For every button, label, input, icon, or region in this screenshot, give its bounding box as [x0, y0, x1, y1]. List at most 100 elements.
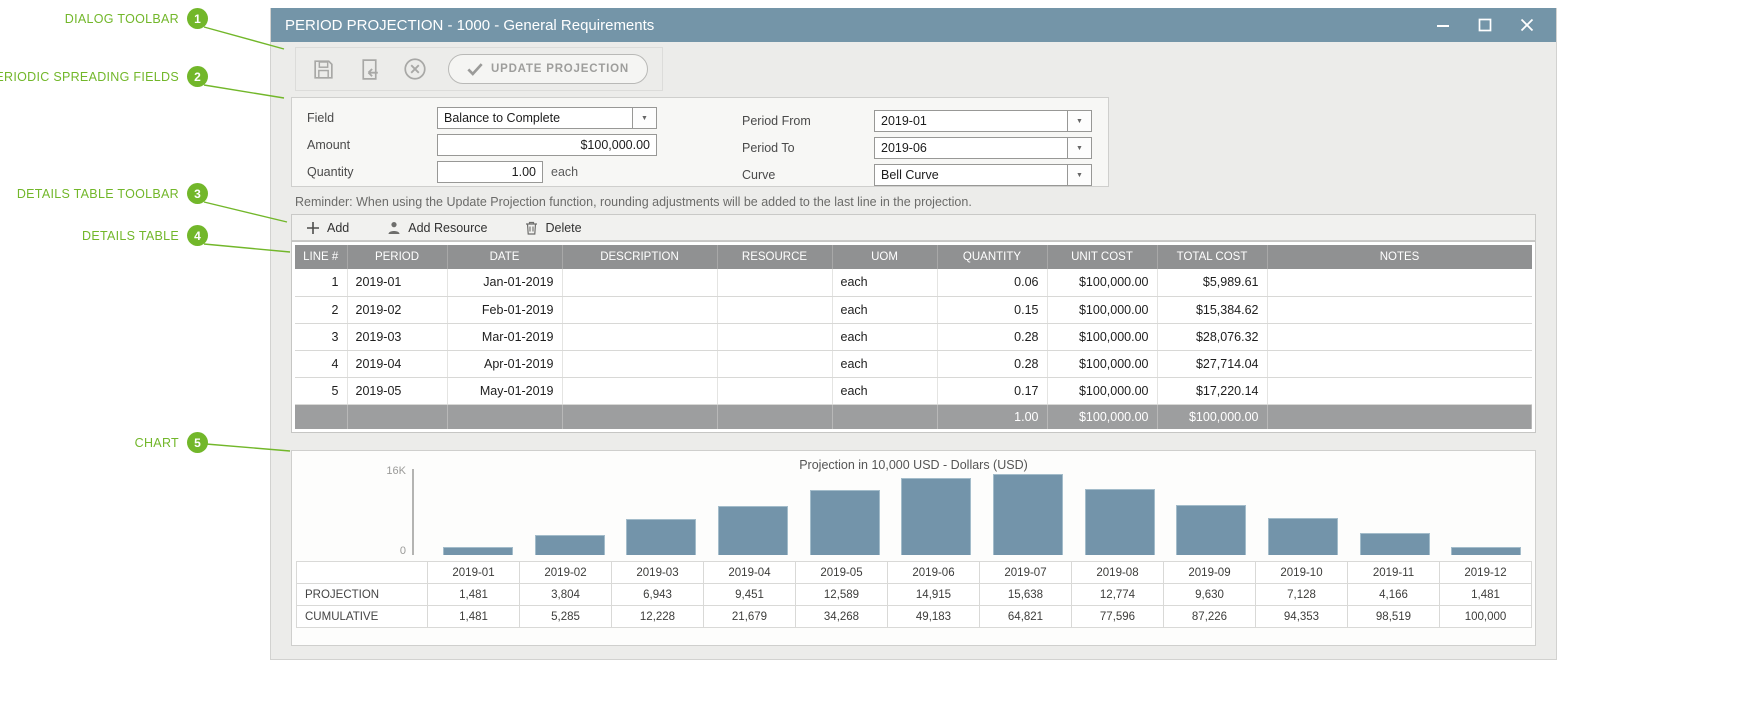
- close-button[interactable]: [1518, 16, 1536, 34]
- table-cell[interactable]: each: [832, 377, 937, 404]
- minimize-button[interactable]: [1434, 16, 1452, 34]
- update-projection-button[interactable]: UPDATE PROJECTION: [448, 54, 648, 84]
- add-button[interactable]: Add: [306, 221, 349, 235]
- table-cell[interactable]: [717, 269, 832, 296]
- chart-period-header: 2019-04: [704, 562, 796, 584]
- table-cell[interactable]: $5,989.61: [1157, 269, 1267, 296]
- table-cell[interactable]: Apr-01-2019: [447, 350, 562, 377]
- table-cell[interactable]: $100,000.00: [1047, 377, 1157, 404]
- table-cell[interactable]: [1267, 269, 1532, 296]
- table-cell[interactable]: 2019-05: [347, 377, 447, 404]
- annotation-number-badge: 1: [187, 8, 208, 29]
- chevron-down-icon[interactable]: ▼: [632, 107, 657, 129]
- bar-column: [524, 472, 616, 555]
- details-table-toolbar: Add Add Resource Delete: [291, 214, 1536, 241]
- save-button[interactable]: [310, 56, 336, 82]
- table-cell[interactable]: each: [832, 269, 937, 296]
- maximize-button[interactable]: [1476, 16, 1494, 34]
- chevron-down-icon[interactable]: ▼: [1067, 164, 1092, 186]
- table-cell[interactable]: May-01-2019: [447, 377, 562, 404]
- amount-row: Amount: [307, 134, 679, 156]
- chart-period-header: 2019-06: [888, 562, 980, 584]
- amount-field[interactable]: [437, 134, 657, 156]
- chart-series-value: 9,630: [1164, 584, 1256, 606]
- table-cell[interactable]: $15,384.62: [1157, 296, 1267, 323]
- add-button-label: Add: [327, 221, 349, 235]
- chart-series-value: 49,183: [888, 606, 980, 628]
- close-icon: [1520, 18, 1534, 32]
- table-cell[interactable]: 5: [295, 377, 347, 404]
- table-cell[interactable]: [1267, 323, 1532, 350]
- field-dropdown-value[interactable]: [437, 107, 632, 129]
- table-cell[interactable]: [562, 296, 717, 323]
- import-icon: [357, 57, 382, 82]
- table-row[interactable]: 12019-01Jan-01-2019 each0.06$100,000.00$5…: [295, 269, 1532, 296]
- table-cell[interactable]: [562, 323, 717, 350]
- table-cell[interactable]: 4: [295, 350, 347, 377]
- totals-cell: [1267, 404, 1532, 429]
- table-cell[interactable]: [717, 323, 832, 350]
- delete-button[interactable]: Delete: [525, 221, 581, 235]
- table-row[interactable]: 32019-03Mar-01-2019 each0.28$100,000.00$2…: [295, 323, 1532, 350]
- annotation-label: PERIODIC SPREADING FIELDS: [0, 70, 179, 84]
- table-cell[interactable]: [562, 377, 717, 404]
- table-cell[interactable]: $27,714.04: [1157, 350, 1267, 377]
- curve-dropdown: ▼: [874, 164, 1092, 186]
- table-row[interactable]: 52019-05May-01-2019 each0.17$100,000.00$1…: [295, 377, 1532, 404]
- bar-column: [1257, 472, 1349, 555]
- table-cell[interactable]: 0.15: [937, 296, 1047, 323]
- table-cell[interactable]: 0.17: [937, 377, 1047, 404]
- bar-column: [982, 472, 1074, 555]
- chevron-down-icon[interactable]: ▼: [1067, 137, 1092, 159]
- chart-series-row: PROJECTION1,4813,8046,9439,45112,58914,9…: [297, 584, 1532, 606]
- table-cell[interactable]: each: [832, 323, 937, 350]
- table-cell[interactable]: each: [832, 296, 937, 323]
- table-cell[interactable]: 2019-04: [347, 350, 447, 377]
- curve-value[interactable]: [874, 164, 1067, 186]
- table-cell[interactable]: [562, 350, 717, 377]
- period-to-value[interactable]: [874, 137, 1067, 159]
- table-cell[interactable]: Feb-01-2019: [447, 296, 562, 323]
- table-cell[interactable]: each: [832, 350, 937, 377]
- cancel-button[interactable]: [402, 56, 428, 82]
- table-cell[interactable]: 2019-03: [347, 323, 447, 350]
- table-cell[interactable]: [717, 377, 832, 404]
- table-cell[interactable]: [1267, 377, 1532, 404]
- table-cell[interactable]: $100,000.00: [1047, 269, 1157, 296]
- trash-icon: [525, 221, 538, 235]
- import-button[interactable]: [356, 56, 382, 82]
- add-resource-button[interactable]: Add Resource: [387, 221, 487, 235]
- table-cell[interactable]: [1267, 296, 1532, 323]
- table-cell[interactable]: 2019-01: [347, 269, 447, 296]
- table-cell[interactable]: 0.28: [937, 350, 1047, 377]
- table-cell[interactable]: [1267, 350, 1532, 377]
- period-from-value[interactable]: [874, 110, 1067, 132]
- table-cell[interactable]: Mar-01-2019: [447, 323, 562, 350]
- table-row[interactable]: 22019-02Feb-01-2019 each0.15$100,000.00$1…: [295, 296, 1532, 323]
- table-cell[interactable]: 2: [295, 296, 347, 323]
- curve-label: Curve: [742, 168, 874, 182]
- table-cell[interactable]: 1: [295, 269, 347, 296]
- table-cell[interactable]: $100,000.00: [1047, 296, 1157, 323]
- table-cell[interactable]: [717, 296, 832, 323]
- table-cell[interactable]: $28,076.32: [1157, 323, 1267, 350]
- table-cell[interactable]: $100,000.00: [1047, 350, 1157, 377]
- table-cell[interactable]: 0.28: [937, 323, 1047, 350]
- chevron-down-icon[interactable]: ▼: [1067, 110, 1092, 132]
- table-cell[interactable]: [562, 269, 717, 296]
- quantity-field[interactable]: [437, 161, 543, 183]
- table-cell[interactable]: $100,000.00: [1047, 323, 1157, 350]
- chart-series-value: 21,679: [704, 606, 796, 628]
- chart-series-value: 34,268: [796, 606, 888, 628]
- bar-column: [799, 472, 891, 555]
- table-cell[interactable]: 3: [295, 323, 347, 350]
- table-row[interactable]: 42019-04Apr-01-2019 each0.28$100,000.00$2…: [295, 350, 1532, 377]
- table-cell[interactable]: Jan-01-2019: [447, 269, 562, 296]
- chart-table-header-row: 2019-012019-022019-032019-042019-052019-…: [297, 562, 1532, 584]
- table-cell[interactable]: 0.06: [937, 269, 1047, 296]
- table-cell[interactable]: 2019-02: [347, 296, 447, 323]
- chart-period-header: 2019-07: [980, 562, 1072, 584]
- table-cell[interactable]: [717, 350, 832, 377]
- chart-period-header: 2019-02: [520, 562, 612, 584]
- table-cell[interactable]: $17,220.14: [1157, 377, 1267, 404]
